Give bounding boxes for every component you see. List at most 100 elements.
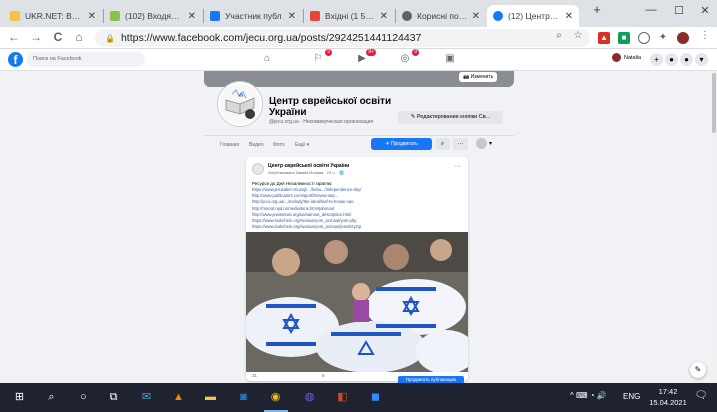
- extension-circle-icon[interactable]: [638, 32, 650, 44]
- scrollbar-thumb[interactable]: [712, 73, 716, 133]
- ukrnet-favicon-icon: [10, 11, 20, 21]
- home-nav-icon[interactable]: ⌂: [260, 53, 274, 66]
- promote-label: Продвигать: [390, 141, 418, 147]
- pdf-extension-icon[interactable]: ▲: [598, 32, 610, 44]
- new-tab-button[interactable]: +: [582, 2, 612, 17]
- back-button[interactable]: ←: [6, 30, 22, 44]
- facebook-top-bar: f Поиск на Facebook ⌂ ⚐ 9 ▶ 9+ ◎ 9 ▣ Natali…: [0, 49, 717, 71]
- crowd-with-israeli-flags-image: [246, 232, 468, 372]
- post-link[interactable]: https://www.lookchein.org/russian/yom_ac…: [252, 224, 464, 230]
- browser-toolbar: ← → C ⌂ 🔒 https://www.facebook.com/jecu.…: [0, 27, 717, 49]
- viber-icon[interactable]: ◍: [302, 390, 317, 405]
- facebook-logo-icon[interactable]: f: [8, 52, 23, 67]
- new-message-button[interactable]: ✎: [690, 362, 706, 378]
- facebook-search-input[interactable]: Поиск на Facebook: [27, 52, 145, 67]
- chrome-icon[interactable]: ◉: [268, 390, 283, 405]
- close-tab-icon[interactable]: ✕: [565, 11, 573, 22]
- post-options-button[interactable]: ···: [454, 163, 461, 170]
- browser-tab-inbox[interactable]: (102) Входящие ✕: [104, 5, 202, 27]
- outlook-icon[interactable]: ◙: [236, 390, 251, 405]
- reaction-count[interactable]: 21: [252, 373, 257, 378]
- page-more-button[interactable]: ···: [453, 138, 468, 150]
- tab-title: (102) Входящие: [125, 11, 184, 21]
- browser-menu-icon[interactable]: ⋮: [697, 30, 713, 41]
- share-count[interactable]: 9: [322, 373, 325, 378]
- gmail-favicon-icon: [310, 11, 320, 21]
- tab-more[interactable]: Ещё ▾: [295, 142, 309, 148]
- clock[interactable]: 17:42 15.04.2021: [648, 386, 688, 408]
- page-switcher-dropdown[interactable]: ▾: [476, 138, 500, 150]
- edit-cover-label: Изменить: [470, 74, 494, 80]
- address-bar[interactable]: 🔒 https://www.facebook.com/jecu.org.ua/p…: [95, 29, 590, 47]
- groups-nav-icon[interactable]: ◎ 9: [398, 49, 419, 66]
- close-tab-icon[interactable]: ✕: [188, 11, 196, 22]
- tab-videos[interactable]: Видео: [249, 142, 264, 148]
- post-meta: Опубликовано Natalia Ильева · 23 ч. · 🌐: [268, 170, 345, 175]
- profile-avatar-icon[interactable]: [677, 32, 689, 44]
- reload-button[interactable]: C: [50, 30, 66, 44]
- tab-title: Участник публ: [225, 11, 282, 21]
- notifications-icon[interactable]: ●: [680, 53, 693, 66]
- sheets-extension-icon[interactable]: ■: [618, 32, 630, 44]
- profile-shortcut[interactable]: Natalia: [612, 53, 641, 62]
- notification-badge: 9+: [366, 49, 376, 56]
- user-name: Natalia: [624, 54, 642, 61]
- close-tab-icon[interactable]: ✕: [88, 11, 96, 22]
- tab-title: Корисні посил: [417, 11, 468, 21]
- notification-center-icon[interactable]: 🗨: [694, 390, 708, 404]
- page-search-icon[interactable]: ⌕: [435, 138, 450, 150]
- post-author-avatar[interactable]: [252, 163, 264, 175]
- close-window-button[interactable]: ✕: [690, 4, 717, 17]
- browser-tab-strip: UKR.NET: Всі но ✕ (102) Входящие ✕ Участ…: [0, 0, 717, 27]
- messenger-icon[interactable]: ●: [665, 53, 678, 66]
- edit-action-label: Редактирование кнопки Св...: [416, 114, 491, 120]
- gaming-nav-icon[interactable]: ▣: [443, 53, 457, 66]
- language-indicator[interactable]: ENG: [623, 392, 640, 401]
- promote-button[interactable]: ✈ Продвигать: [371, 138, 432, 150]
- page-scrollbar[interactable]: [711, 71, 717, 383]
- home-button[interactable]: ⌂: [71, 30, 87, 44]
- start-icon[interactable]: ⊞: [12, 390, 27, 405]
- post-author-name[interactable]: Центр єврейської освіти України: [268, 163, 349, 169]
- facebook-favicon-icon: [210, 11, 220, 21]
- zoom-icon[interactable]: ◼: [368, 390, 383, 405]
- tab-home[interactable]: Главная: [220, 142, 239, 148]
- page-subtitle: @jecu.org.ua · Некоммерческая организаци…: [269, 119, 374, 125]
- tab-photos[interactable]: Фото: [273, 142, 285, 148]
- edit-action-button[interactable]: ✎ Редактирование кнопки Св...: [398, 111, 503, 124]
- pages-nav-icon[interactable]: ⚐ 9: [311, 49, 332, 66]
- forward-button[interactable]: →: [28, 30, 44, 44]
- edit-cover-button[interactable]: 📷 Изменить: [459, 72, 498, 82]
- system-tray[interactable]: ^ ⌨ ◔ 🔊: [570, 391, 607, 400]
- task-view-icon[interactable]: ⧉: [106, 390, 121, 405]
- browser-tab-gmail[interactable]: Вхідні (1 569) ✕: [304, 5, 394, 27]
- close-tab-icon[interactable]: ✕: [288, 11, 296, 22]
- account-menu-icon[interactable]: ▾: [695, 53, 708, 66]
- bookmark-star-icon[interactable]: ☆: [570, 30, 586, 41]
- create-icon[interactable]: +: [650, 53, 663, 66]
- search-icon[interactable]: ⌕: [44, 390, 59, 405]
- cortana-icon[interactable]: ○: [76, 390, 91, 405]
- watch-nav-icon[interactable]: ▶ 9+: [355, 49, 376, 66]
- mail-icon[interactable]: ✉: [139, 390, 154, 405]
- browser-tab-ukrnet[interactable]: UKR.NET: Всі но ✕: [4, 5, 102, 27]
- page-profile-picture[interactable]: [218, 82, 262, 126]
- zoom-search-icon[interactable]: ⌕: [551, 30, 567, 41]
- close-tab-icon[interactable]: ✕: [472, 11, 480, 22]
- notification-badge: 9: [325, 49, 332, 56]
- powerpoint-icon[interactable]: ◧: [335, 390, 350, 405]
- browser-tab-participant[interactable]: Участник публ ✕: [204, 5, 302, 27]
- minimize-button[interactable]: —: [636, 4, 666, 16]
- browser-tab-active-facebook[interactable]: (12) Центр евр ✕: [487, 5, 579, 27]
- extensions-puzzle-icon[interactable]: ✦: [657, 32, 669, 44]
- post-links-list: https://www.jerusalem.muzeji/.../hebu...…: [252, 187, 464, 230]
- facebook-favicon-icon: [493, 11, 503, 21]
- browser-tab-useful-links[interactable]: Корисні посил ✕: [396, 5, 486, 27]
- vlc-icon[interactable]: ▲: [171, 390, 186, 405]
- close-tab-icon[interactable]: ✕: [380, 11, 388, 22]
- post-text: Ресурси до Дня Незалежності Ізраїлю:: [252, 181, 333, 186]
- post-photo[interactable]: [246, 232, 468, 372]
- date: 15.04.2021: [649, 398, 687, 407]
- explorer-icon[interactable]: ▬: [203, 390, 218, 405]
- page-title: Центр єврейської освіти України: [269, 96, 392, 118]
